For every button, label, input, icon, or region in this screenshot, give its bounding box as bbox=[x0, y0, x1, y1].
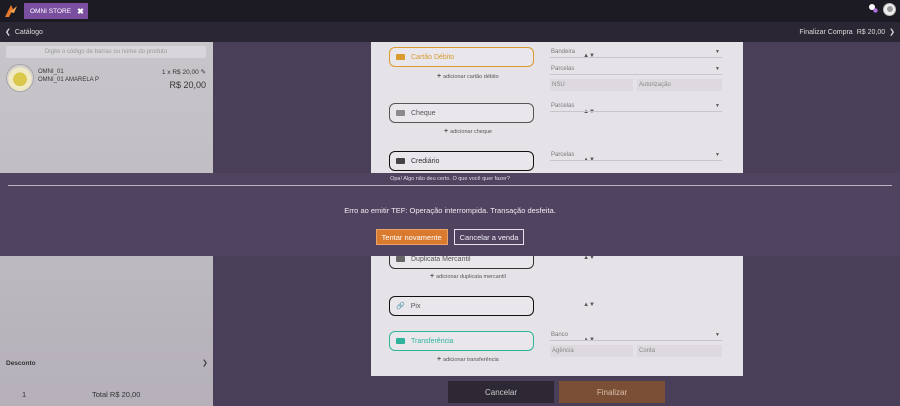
cheque-parcelas-select[interactable]: Parcelas ▼ bbox=[550, 100, 722, 112]
product-code: OMNI_01 bbox=[38, 69, 64, 75]
catalog-label: Catálogo bbox=[14, 28, 43, 36]
dialog-actions: Tentar novamente Cancelar a venda bbox=[0, 229, 900, 245]
cart-total: Total R$ 20,00 bbox=[92, 389, 141, 399]
stepper-icon: ▲▼ bbox=[583, 302, 595, 308]
close-tab-icon[interactable]: ✖ bbox=[77, 7, 84, 16]
finalize-purchase-total: R$ 20,00 bbox=[856, 28, 886, 36]
parcelas-label: Parcelas bbox=[551, 151, 575, 158]
top-right-controls bbox=[868, 3, 896, 16]
product-name: OMNI_01 AMARELA P bbox=[38, 77, 100, 83]
dialog-message: Erro ao emitir TEF: Operação interrompid… bbox=[344, 206, 556, 215]
finalize-purchase-link[interactable]: Finalizar Compra R$ 20,00 ❯ bbox=[799, 28, 895, 37]
add-transfer-link[interactable]: + adicionar transferência bbox=[437, 356, 499, 363]
payment-cheque-label: Cheque bbox=[411, 109, 436, 117]
cart-footer: 1 Total R$ 20,00 bbox=[0, 382, 213, 406]
retry-button[interactable]: Tentar novamente bbox=[375, 229, 448, 245]
store-tab[interactable]: OMNI STORE ✖ bbox=[24, 3, 88, 19]
product-search-input[interactable]: Digite o código de barras ou nome do pro… bbox=[6, 46, 206, 58]
payment-debit-select[interactable]: Cartão Débito ▲▼ bbox=[389, 47, 595, 67]
app-logo-icon bbox=[5, 5, 17, 17]
transfer-icon bbox=[396, 338, 405, 344]
notifications-icon[interactable] bbox=[868, 3, 878, 16]
add-duplicata-label: adicionar duplicata mercantil bbox=[436, 274, 506, 280]
parcelas-select[interactable]: Parcelas ▼ bbox=[550, 63, 722, 75]
payment-debit-label: Cartão Débito bbox=[411, 53, 455, 61]
dialog-header: Opa! Algo não deu certo. O que você quer… bbox=[8, 173, 892, 186]
discount-label[interactable]: Desconto bbox=[6, 360, 36, 367]
payment-cheque-select[interactable]: Cheque ▲▼ bbox=[389, 103, 595, 123]
cheque-icon bbox=[396, 110, 405, 116]
top-bar: OMNI STORE ✖ bbox=[0, 0, 900, 22]
parcelas-label: Parcelas bbox=[551, 102, 575, 109]
dropdown-icon: ▼ bbox=[715, 65, 720, 72]
agencia-input[interactable]: Agência bbox=[550, 345, 633, 357]
nsu-input[interactable]: NSU bbox=[550, 79, 633, 91]
payment-pix-label: Pix bbox=[410, 302, 421, 310]
add-cheque-link[interactable]: + adicionar cheque bbox=[444, 128, 492, 135]
product-quantity-text: 1 x R$ 20,00 bbox=[161, 69, 199, 76]
autorizacao-input[interactable]: Autorização bbox=[637, 79, 722, 91]
cancel-sale-button[interactable]: Cancelar a venda bbox=[453, 229, 525, 245]
payment-transfer-select[interactable]: Transferência ▲▼ bbox=[389, 331, 595, 351]
bandeira-select[interactable]: Bandeira ▼ bbox=[550, 46, 722, 58]
crediario-parcelas-select[interactable]: Parcelas ▼ bbox=[550, 149, 722, 161]
banco-select[interactable]: Banco ▼ bbox=[550, 329, 722, 341]
add-cheque-label: adicionar cheque bbox=[450, 129, 492, 135]
card-icon bbox=[396, 54, 405, 60]
bandeira-label: Bandeira bbox=[551, 48, 576, 55]
chevron-right-icon: ❯ bbox=[889, 29, 895, 36]
payment-crediario-label: Crediário bbox=[411, 157, 440, 165]
cart-item[interactable]: OMNI_01 OMNI_01 AMARELA P 1 x R$ 20,00 ✎… bbox=[4, 64, 210, 94]
add-transfer-label: adicionar transferência bbox=[443, 357, 499, 363]
product-image bbox=[6, 64, 34, 92]
avatar[interactable] bbox=[883, 3, 896, 16]
dropdown-icon: ▼ bbox=[715, 48, 720, 55]
finalize-button[interactable]: Finalizar bbox=[559, 381, 665, 403]
conta-input[interactable]: Conta bbox=[637, 345, 722, 357]
finalize-purchase-label: Finalizar Compra bbox=[799, 28, 853, 36]
discount-chevron-icon[interactable]: ❯ bbox=[202, 359, 208, 367]
add-debit-link[interactable]: + adicionar cartão débito bbox=[437, 73, 499, 80]
banco-label: Banco bbox=[551, 331, 569, 338]
item-count: 1 bbox=[22, 389, 27, 399]
parcelas-label: Parcelas bbox=[551, 65, 575, 72]
payment-crediario-select[interactable]: Crediário ▲▼ bbox=[389, 151, 595, 171]
add-duplicata-link[interactable]: + adicionar duplicata mercantil bbox=[430, 273, 506, 280]
add-debit-label: adicionar cartão débito bbox=[443, 74, 499, 80]
error-dialog: Opa! Algo não deu certo. O que você quer… bbox=[0, 173, 900, 256]
payment-pix-select[interactable]: 🔗 Pix ▲▼ bbox=[389, 296, 595, 316]
payment-duplicata-label: Duplicata Mercantil bbox=[411, 255, 471, 263]
store-tab-label: OMNI STORE bbox=[30, 7, 72, 15]
dropdown-icon: ▼ bbox=[715, 151, 720, 158]
back-to-catalog[interactable]: ❮ Catálogo bbox=[5, 28, 43, 37]
edit-icon[interactable]: ✎ bbox=[201, 69, 206, 76]
link-icon: 🔗 bbox=[396, 303, 405, 310]
payment-transfer-label: Transferência bbox=[411, 337, 454, 345]
dropdown-icon: ▼ bbox=[715, 102, 720, 109]
duplicata-icon bbox=[396, 256, 405, 262]
sub-bar: ❮ Catálogo Finalizar Compra R$ 20,00 ❯ bbox=[0, 22, 900, 42]
product-quantity: 1 x R$ 20,00 ✎ bbox=[162, 68, 206, 76]
chevron-left-icon: ❮ bbox=[5, 29, 11, 36]
dropdown-icon: ▼ bbox=[715, 331, 720, 338]
product-price: R$ 20,00 bbox=[169, 80, 206, 90]
crediario-icon bbox=[396, 158, 405, 164]
cancel-button[interactable]: Cancelar bbox=[448, 381, 554, 403]
